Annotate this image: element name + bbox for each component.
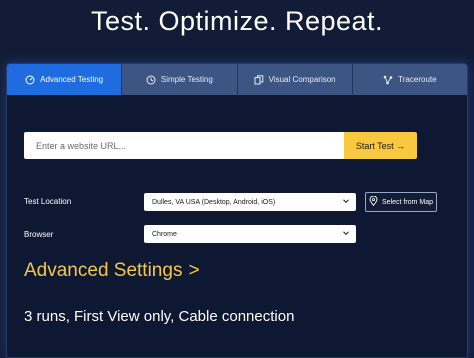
hero-title: Test. Optimize. Repeat. (90, 6, 384, 36)
tab-label: Traceroute (398, 75, 437, 84)
test-location-select[interactable]: Dulles, VA USA (Desktop, Android, iOS) (144, 193, 356, 211)
select-from-map-button[interactable]: Select from Map (365, 192, 437, 212)
tab-visual-comparison[interactable]: Visual Comparison (237, 64, 353, 95)
tab-simple-testing[interactable]: Simple Testing (122, 64, 238, 95)
gauge-icon (25, 75, 35, 85)
tab-label: Simple Testing (160, 75, 213, 84)
advanced-settings-label: Advanced Settings (24, 260, 183, 281)
browser-label: Browser (24, 230, 54, 239)
start-test-button[interactable]: Start Test → (344, 132, 417, 159)
tab-advanced-testing[interactable]: Advanced Testing (7, 64, 123, 95)
url-row: Start Test → (24, 132, 417, 159)
copy-icon (254, 74, 264, 85)
map-pin-icon (369, 195, 378, 208)
advanced-settings-link[interactable]: Advanced Settings > (24, 260, 200, 282)
settings-summary: 3 runs, First View only, Cable connectio… (24, 308, 295, 325)
map-button-label: Select from Map (382, 198, 433, 206)
test-location-label: Test Location (24, 197, 72, 206)
tab-bar: Advanced Testing Simple Testing Visual C… (7, 64, 467, 95)
url-input[interactable] (24, 132, 344, 159)
test-panel: Advanced Testing Simple Testing Visual C… (6, 63, 468, 358)
chevron-right-icon: > (188, 260, 200, 281)
browser-value: Chrome (152, 230, 177, 238)
tab-label: Visual Comparison (268, 75, 336, 84)
tab-traceroute[interactable]: Traceroute (352, 64, 467, 95)
clock-icon (146, 75, 156, 85)
test-location-value: Dulles, VA USA (Desktop, Android, iOS) (152, 198, 276, 206)
browser-select[interactable]: Chrome (144, 225, 356, 243)
chevron-down-icon (342, 197, 350, 205)
tab-label: Advanced Testing (40, 75, 104, 84)
chevron-down-icon (342, 229, 350, 237)
route-icon (383, 75, 393, 85)
